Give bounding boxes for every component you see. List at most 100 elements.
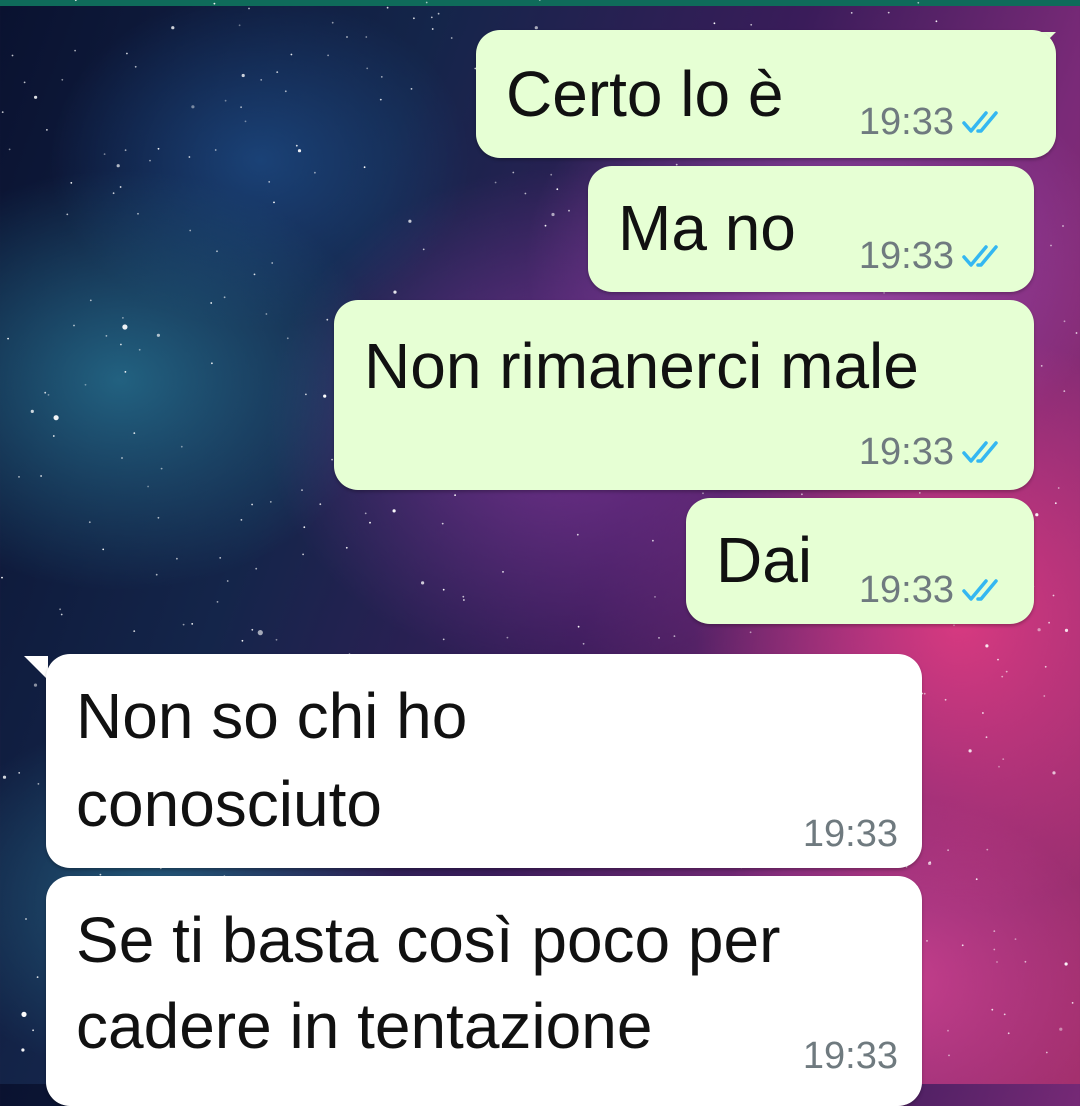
star <box>1052 771 1056 775</box>
star <box>1035 513 1039 517</box>
message-text: Ma no <box>618 192 796 264</box>
star <box>996 961 998 963</box>
star <box>213 2 216 5</box>
star <box>18 476 20 478</box>
star <box>191 105 195 109</box>
message-bubble-incoming[interactable]: Se ti basta così poco per cadere in tent… <box>46 876 922 1106</box>
star <box>947 1029 949 1032</box>
star <box>576 533 579 536</box>
star <box>273 201 275 204</box>
star <box>180 445 183 448</box>
star <box>450 37 453 39</box>
star <box>551 212 555 217</box>
star <box>524 192 527 195</box>
star <box>286 337 289 340</box>
star <box>654 596 656 598</box>
star <box>182 623 185 626</box>
star <box>326 318 329 321</box>
star <box>275 638 278 641</box>
message-time: 19:33 <box>858 235 954 277</box>
star <box>544 224 547 227</box>
star <box>25 918 27 920</box>
message-text-line: Se ti basta così poco per <box>76 904 781 976</box>
star <box>74 49 76 52</box>
message-bubble-outgoing[interactable]: Ma no 19:33 <box>588 166 1034 292</box>
star <box>345 546 348 549</box>
star <box>1063 320 1066 323</box>
star <box>121 457 123 459</box>
star <box>303 526 306 529</box>
double-check-icon <box>962 441 998 463</box>
message-time: 19:33 <box>802 813 898 855</box>
star <box>366 67 369 70</box>
star <box>556 188 559 191</box>
star <box>462 595 465 598</box>
star <box>1054 502 1057 505</box>
star <box>156 333 160 337</box>
star <box>223 296 226 299</box>
star <box>998 765 1000 768</box>
star <box>346 36 348 38</box>
star <box>21 1048 25 1052</box>
star <box>147 485 150 488</box>
message-bubble-incoming[interactable]: Non so chi ho conosciuto 19:33 <box>46 654 922 868</box>
star <box>88 521 91 524</box>
star <box>257 630 263 636</box>
star <box>52 435 55 437</box>
star <box>1059 1027 1063 1031</box>
star <box>268 181 271 183</box>
star <box>224 99 227 102</box>
star <box>512 171 515 174</box>
star <box>442 588 445 591</box>
star <box>265 313 268 315</box>
star <box>1024 960 1027 963</box>
message-bubble-outgoing[interactable]: Certo lo è 19:33 <box>476 30 1056 158</box>
star <box>191 623 194 625</box>
star <box>305 393 307 396</box>
star <box>961 944 964 947</box>
star <box>214 149 217 151</box>
star <box>216 601 219 603</box>
star <box>425 1 428 4</box>
star <box>1048 621 1050 624</box>
star <box>134 65 137 68</box>
message-text: Non rimanerci male <box>364 330 919 402</box>
star <box>189 229 192 232</box>
star <box>993 948 996 951</box>
star <box>319 503 322 506</box>
star <box>74 0 77 2</box>
bubble-tail <box>24 656 48 680</box>
star <box>155 573 158 576</box>
star <box>538 0 541 1</box>
star <box>380 76 383 78</box>
star <box>431 28 434 30</box>
star <box>11 54 14 57</box>
star <box>1001 675 1004 678</box>
star <box>302 553 304 556</box>
star <box>883 292 885 294</box>
star <box>53 415 59 421</box>
star <box>2 775 7 779</box>
star <box>241 639 244 642</box>
star <box>59 608 61 611</box>
star <box>968 749 972 753</box>
star <box>392 509 396 513</box>
message-bubble-outgoing[interactable]: Dai 19:33 <box>686 498 1034 624</box>
star <box>379 98 382 101</box>
star <box>260 79 263 81</box>
star <box>441 522 444 525</box>
message-text: Dai <box>716 524 813 596</box>
star <box>947 849 949 852</box>
message-bubble-outgoing[interactable]: Non rimanerci male 19:33 <box>334 300 1034 490</box>
star <box>73 324 75 327</box>
star <box>997 658 999 661</box>
star <box>1043 695 1046 697</box>
star <box>116 164 120 168</box>
star <box>975 878 978 881</box>
star <box>251 503 254 506</box>
star <box>301 489 303 491</box>
star <box>157 516 160 519</box>
star <box>103 153 106 156</box>
star <box>255 567 258 570</box>
star <box>502 571 504 573</box>
